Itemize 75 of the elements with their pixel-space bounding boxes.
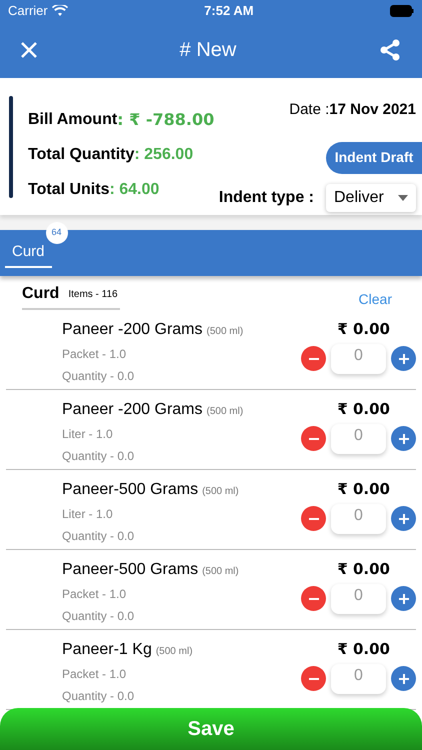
product-size: (500 ml): [202, 565, 239, 579]
product-quantity: Quantity - 0.0: [62, 608, 136, 625]
product-price: ₹ 0.00: [337, 639, 390, 660]
plus-icon: [398, 674, 408, 684]
product-name: Paneer-1 Kg: [62, 640, 152, 660]
date-label: Date :: [289, 100, 330, 120]
plus-icon: [398, 514, 408, 524]
product-size: (500 ml): [202, 485, 239, 499]
product-size: (500 ml): [206, 325, 244, 339]
increment-button[interactable]: [391, 346, 416, 371]
product-price: ₹ 0.00: [337, 399, 390, 420]
product-name: Paneer-500 Grams: [62, 480, 198, 500]
save-button[interactable]: Save: [0, 708, 422, 750]
battery-icon: [390, 5, 414, 17]
bill-amount-value: : ₹ -788.00: [117, 109, 214, 131]
product-size: (500 ml): [206, 405, 244, 419]
product-price: ₹ 0.00: [337, 479, 390, 500]
total-units-value: : 64.00: [109, 180, 160, 200]
product-price: ₹ 0.00: [337, 319, 390, 340]
section-title: Curd: [22, 284, 60, 304]
product-name: Paneer -200 Grams: [62, 400, 203, 420]
indent-draft-button[interactable]: Indent Draft: [326, 142, 422, 174]
caret-icon: [398, 194, 408, 200]
share-button[interactable]: [378, 38, 402, 62]
total-quantity-value: : 256.00: [134, 145, 194, 165]
quantity-field[interactable]: 0: [331, 504, 386, 534]
indent-type-label: Indent type :: [218, 188, 314, 208]
decrement-button[interactable]: [301, 426, 326, 451]
product-unit: Packet - 1.0: [62, 666, 128, 683]
clear-link[interactable]: Clear: [358, 288, 392, 310]
field-label: Bill Amount: [28, 110, 118, 130]
carrier-label: Carrier: [8, 2, 48, 20]
product-unit: Liter - 1.0: [62, 426, 114, 443]
quantity-field[interactable]: 0: [331, 424, 386, 454]
product-quantity: Quantity - 0.0: [62, 688, 136, 705]
date-value: 17 Nov 2021: [329, 100, 416, 120]
product-quantity: Quantity - 0.0: [62, 528, 136, 545]
items-count: Items - 116: [68, 288, 118, 302]
decrement-button[interactable]: [301, 346, 326, 371]
field-label: Total Units: [28, 180, 110, 200]
minus-icon: [308, 438, 318, 440]
increment-button[interactable]: [391, 666, 416, 691]
increment-button[interactable]: [391, 426, 416, 451]
indent-type-dropdown[interactable]: Deliver: [326, 184, 416, 212]
product-quantity: Quantity - 0.0: [62, 368, 136, 385]
product-unit: Packet - 1.0: [62, 586, 128, 603]
field-label: Total Quantity: [28, 145, 134, 165]
minus-icon: [308, 518, 318, 520]
close-button[interactable]: [20, 41, 38, 59]
increment-button[interactable]: [391, 586, 416, 611]
decrement-button[interactable]: [301, 506, 326, 531]
clock-time: 7:52 AM: [204, 2, 254, 20]
wifi-icon: [52, 5, 68, 17]
minus-icon: [308, 598, 318, 600]
minus-icon: [308, 358, 318, 360]
page-title: # New: [180, 38, 236, 63]
plus-icon: [398, 354, 408, 364]
product-quantity: Quantity - 0.0: [62, 448, 136, 465]
minus-icon: [308, 678, 318, 680]
product-price: ₹ 0.00: [337, 559, 390, 580]
product-unit: Packet - 1.0: [62, 346, 128, 363]
plus-icon: [398, 434, 408, 444]
quantity-field[interactable]: 0: [331, 664, 386, 694]
product-name: Paneer-500 Grams: [62, 560, 198, 580]
close-icon: [20, 41, 38, 59]
share-icon: [378, 38, 402, 62]
decrement-button[interactable]: [301, 586, 326, 611]
decrement-button[interactable]: [301, 666, 326, 691]
product-size: (500 ml): [156, 645, 193, 659]
quantity-field[interactable]: 0: [331, 584, 386, 614]
product-unit: Liter - 1.0: [62, 506, 114, 523]
product-name: Paneer -200 Grams: [62, 320, 203, 340]
increment-button[interactable]: [391, 506, 416, 531]
quantity-field[interactable]: 0: [331, 344, 386, 374]
plus-icon: [398, 594, 408, 604]
